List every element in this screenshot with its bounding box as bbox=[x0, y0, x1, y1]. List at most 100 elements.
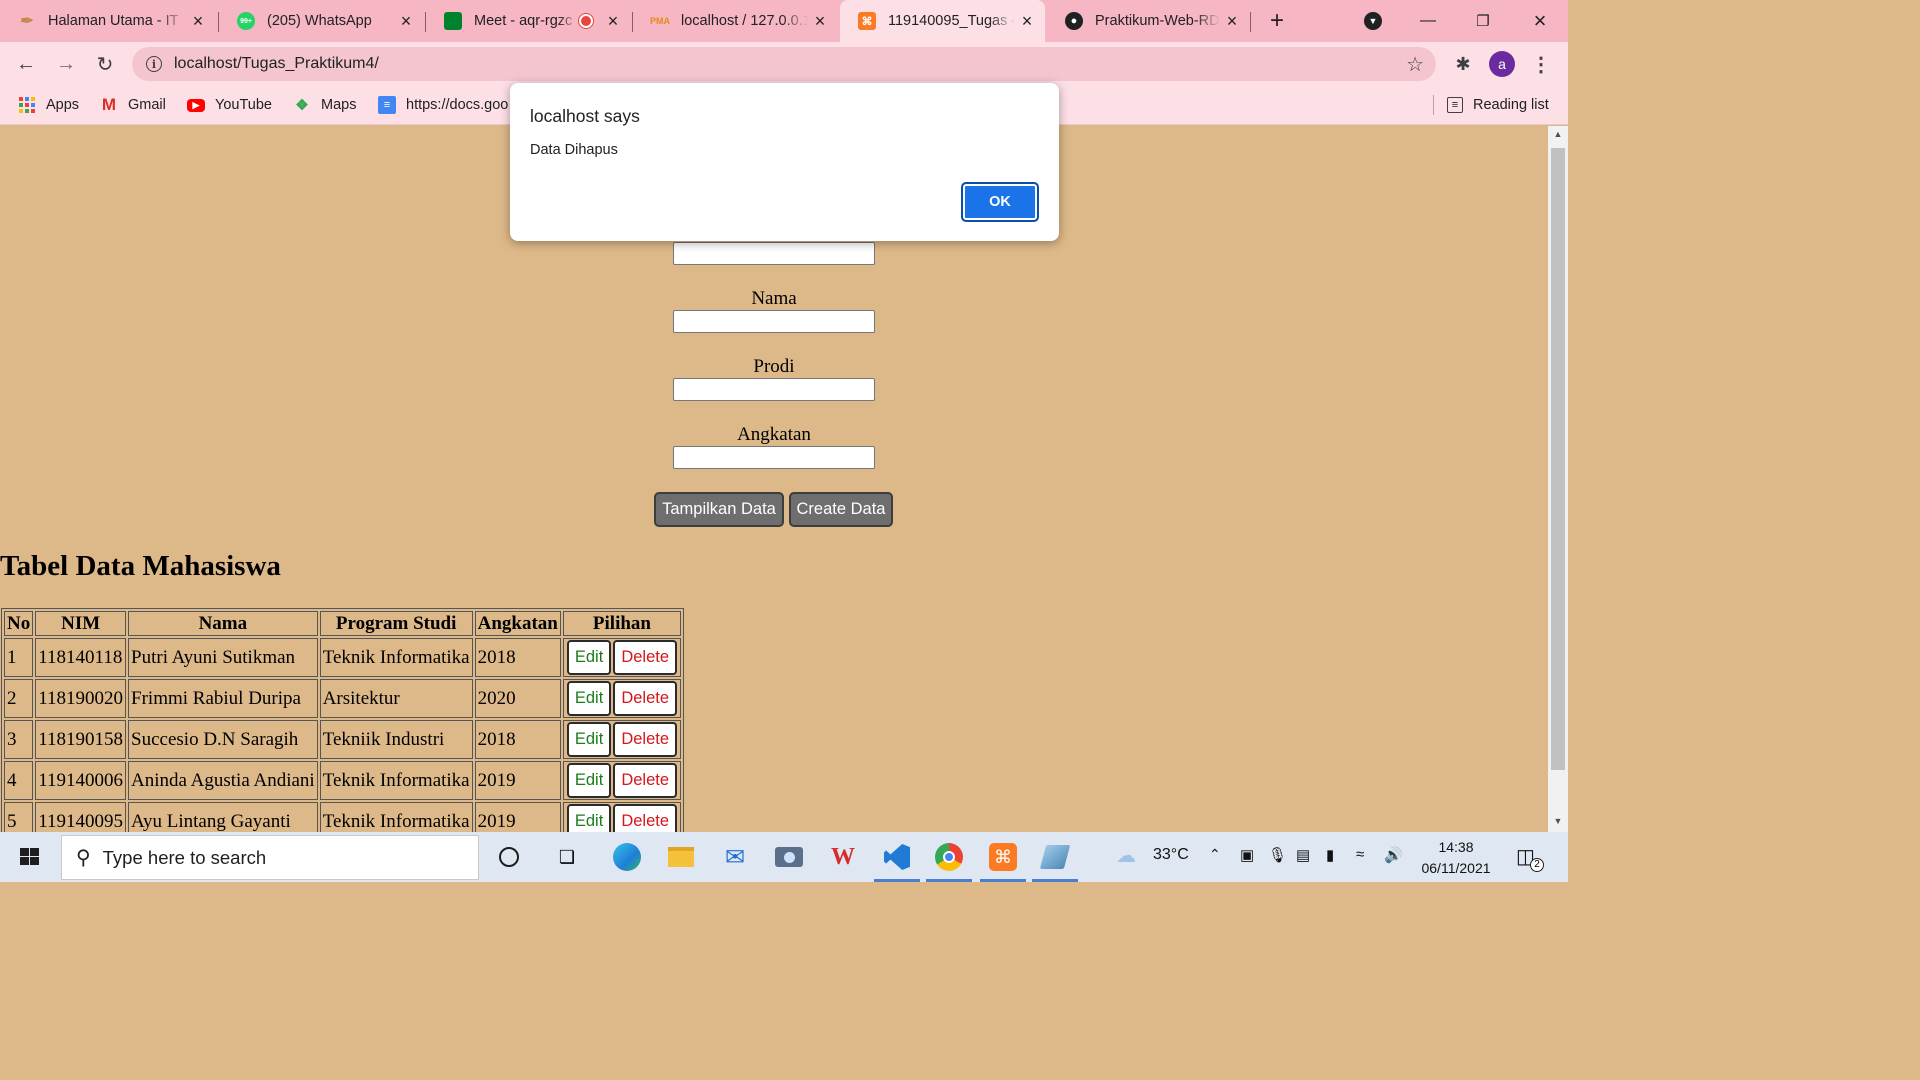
tab-strip: ✒ Halaman Utama - IT × 99+ (205) WhatsAp… bbox=[0, 0, 1568, 42]
angkatan-label: Angkatan bbox=[737, 424, 811, 445]
nama-input[interactable] bbox=[673, 310, 875, 333]
delete-button[interactable]: Delete bbox=[613, 804, 678, 832]
wps-office-icon[interactable]: W bbox=[826, 840, 860, 874]
url-text[interactable]: localhost/Tugas_Praktikum4/ bbox=[174, 55, 379, 73]
tray-chevron-up-icon[interactable]: ⌃ bbox=[1209, 846, 1221, 863]
cell-nama: Succesio D.N Saragih bbox=[128, 720, 318, 759]
cell-prodi: Tekniik Industri bbox=[319, 720, 473, 759]
close-tab-icon[interactable]: × bbox=[1015, 11, 1039, 32]
mahasiswa-table: No NIM Nama Program Studi Angkatan Pilih… bbox=[1, 608, 685, 832]
cell-nim: 119140006 bbox=[35, 761, 127, 800]
tab-tugas-4-active[interactable]: ⌘ 119140095_Tugas 4 × bbox=[840, 0, 1045, 42]
delete-button[interactable]: Delete bbox=[613, 763, 678, 798]
cell-nim: 118140118 bbox=[35, 638, 127, 677]
cortana-icon[interactable] bbox=[492, 840, 526, 874]
edit-button[interactable]: Edit bbox=[566, 804, 612, 832]
meet-now-icon[interactable]: ▣ bbox=[1240, 846, 1254, 864]
edit-button[interactable]: Edit bbox=[566, 640, 612, 675]
chrome-icon[interactable] bbox=[926, 840, 972, 882]
mail-icon[interactable]: ✉ bbox=[718, 840, 752, 874]
microphone-icon[interactable]: 🎙 bbox=[1268, 846, 1287, 864]
bookmark-star-icon[interactable]: ☆ bbox=[1406, 52, 1424, 77]
recording-icon bbox=[579, 14, 593, 28]
edit-button[interactable]: Edit bbox=[566, 722, 612, 757]
clock-date: 06/11/2021 bbox=[1421, 860, 1491, 876]
tampilkan-data-button[interactable]: Tampilkan Data bbox=[654, 492, 784, 527]
tab-github[interactable]: ● Praktikum-Web-RD × bbox=[1047, 0, 1250, 42]
tab-title: Halaman Utama - IT bbox=[48, 13, 179, 29]
edge-icon[interactable] bbox=[610, 840, 644, 874]
task-view-icon[interactable]: ❏ bbox=[550, 840, 584, 874]
scroll-down-arrow-icon[interactable]: ▼ bbox=[1548, 816, 1568, 832]
bookmark-apps[interactable]: Apps bbox=[18, 94, 79, 116]
search-placeholder: Type here to search bbox=[102, 846, 267, 868]
tab-phpmyadmin[interactable]: PMA localhost / 127.0.0.1 × bbox=[633, 0, 838, 42]
close-tab-icon[interactable]: × bbox=[394, 11, 418, 32]
tab-halaman-utama[interactable]: ✒ Halaman Utama - IT × bbox=[0, 0, 216, 42]
notification-count-badge: 2 bbox=[1530, 858, 1544, 872]
back-button[interactable]: ← bbox=[10, 48, 42, 80]
delete-button[interactable]: Delete bbox=[613, 722, 678, 757]
close-tab-icon[interactable]: × bbox=[808, 11, 832, 32]
snipping-tool-icon[interactable] bbox=[1032, 840, 1078, 882]
xampp-taskbar-icon[interactable]: ⌘ bbox=[980, 840, 1026, 882]
bookmark-docs[interactable]: ≡ https://docs.goo bbox=[378, 94, 508, 116]
weather-cloud-icon[interactable]: ☁ bbox=[1116, 843, 1136, 868]
weather-temperature[interactable]: 33°C bbox=[1153, 846, 1189, 864]
dialog-ok-button[interactable]: OK bbox=[961, 182, 1039, 222]
tab-whatsapp[interactable]: 99+ (205) WhatsApp × bbox=[219, 0, 424, 42]
site-info-icon[interactable]: i bbox=[146, 56, 162, 72]
bookmark-gmail[interactable]: M Gmail bbox=[100, 94, 166, 116]
close-tab-icon[interactable]: × bbox=[1220, 11, 1244, 32]
scroll-up-arrow-icon[interactable]: ▲ bbox=[1548, 129, 1568, 145]
display-icon[interactable]: ▤ bbox=[1296, 846, 1310, 864]
address-bar[interactable]: i localhost/Tugas_Praktikum4/ ☆ bbox=[132, 47, 1436, 81]
start-button[interactable] bbox=[10, 842, 50, 872]
extensions-puzzle-icon[interactable]: ✱ bbox=[1449, 50, 1477, 78]
whatsapp-icon: 99+ bbox=[237, 12, 255, 30]
gmail-icon: M bbox=[101, 95, 117, 114]
cell-nama: Ayu Lintang Gayanti bbox=[128, 802, 318, 832]
more-menu-icon[interactable]: ⋮ bbox=[1527, 50, 1555, 78]
profile-avatar[interactable]: a bbox=[1489, 51, 1515, 77]
tab-meet[interactable]: Meet - aqr-rgzc × bbox=[426, 0, 631, 42]
delete-button[interactable]: Delete bbox=[613, 640, 678, 675]
file-explorer-icon[interactable] bbox=[664, 840, 698, 874]
tab-title: Meet - aqr-rgzc bbox=[474, 13, 573, 29]
page-scrollbar[interactable]: ▲ ▼ bbox=[1548, 126, 1568, 832]
prodi-label: Prodi bbox=[753, 356, 795, 377]
reload-button[interactable]: ↻ bbox=[89, 48, 121, 80]
bookmark-youtube[interactable]: ▶ YouTube bbox=[187, 94, 272, 116]
delete-button[interactable]: Delete bbox=[613, 681, 678, 716]
angkatan-input[interactable] bbox=[673, 446, 875, 469]
bookmark-maps[interactable]: ❖ Maps bbox=[293, 94, 356, 116]
cell-nim: 118190158 bbox=[35, 720, 127, 759]
tab-search-button[interactable]: ▼ bbox=[1353, 0, 1393, 42]
cell-nama: Frimmi Rabiul Duripa bbox=[128, 679, 318, 718]
minimize-button[interactable]: — bbox=[1408, 0, 1448, 42]
restore-button[interactable]: ❐ bbox=[1463, 0, 1503, 42]
taskbar-search-box[interactable]: ⚲ Type here to search bbox=[61, 835, 479, 880]
nim-input[interactable] bbox=[673, 242, 875, 265]
cell-nama: Putri Ayuni Sutikman bbox=[128, 638, 318, 677]
edit-button[interactable]: Edit bbox=[566, 763, 612, 798]
taskbar-clock[interactable]: 14:38 06/11/2021 bbox=[1416, 837, 1496, 879]
camera-icon[interactable] bbox=[772, 840, 806, 874]
close-tab-icon[interactable]: × bbox=[601, 11, 625, 32]
youtube-icon: ▶ bbox=[187, 98, 205, 112]
create-data-button[interactable]: Create Data bbox=[789, 492, 893, 527]
phpmyadmin-icon: PMA bbox=[650, 16, 670, 26]
volume-icon[interactable]: 🔊 bbox=[1384, 846, 1403, 864]
cell-no: 3 bbox=[4, 720, 34, 759]
wifi-icon[interactable]: ≈ bbox=[1356, 846, 1364, 863]
battery-icon[interactable]: ▮ bbox=[1326, 846, 1334, 864]
close-tab-icon[interactable]: × bbox=[186, 11, 210, 32]
close-window-button[interactable]: × bbox=[1520, 0, 1560, 42]
new-tab-button[interactable]: + bbox=[1257, 0, 1297, 42]
vscode-icon[interactable] bbox=[874, 840, 920, 882]
prodi-input[interactable] bbox=[673, 378, 875, 401]
scrollbar-thumb[interactable] bbox=[1551, 148, 1565, 770]
reading-list-button[interactable]: ≡ Reading list bbox=[1447, 94, 1549, 116]
edit-button[interactable]: Edit bbox=[566, 681, 612, 716]
forward-button[interactable]: → bbox=[50, 48, 82, 80]
